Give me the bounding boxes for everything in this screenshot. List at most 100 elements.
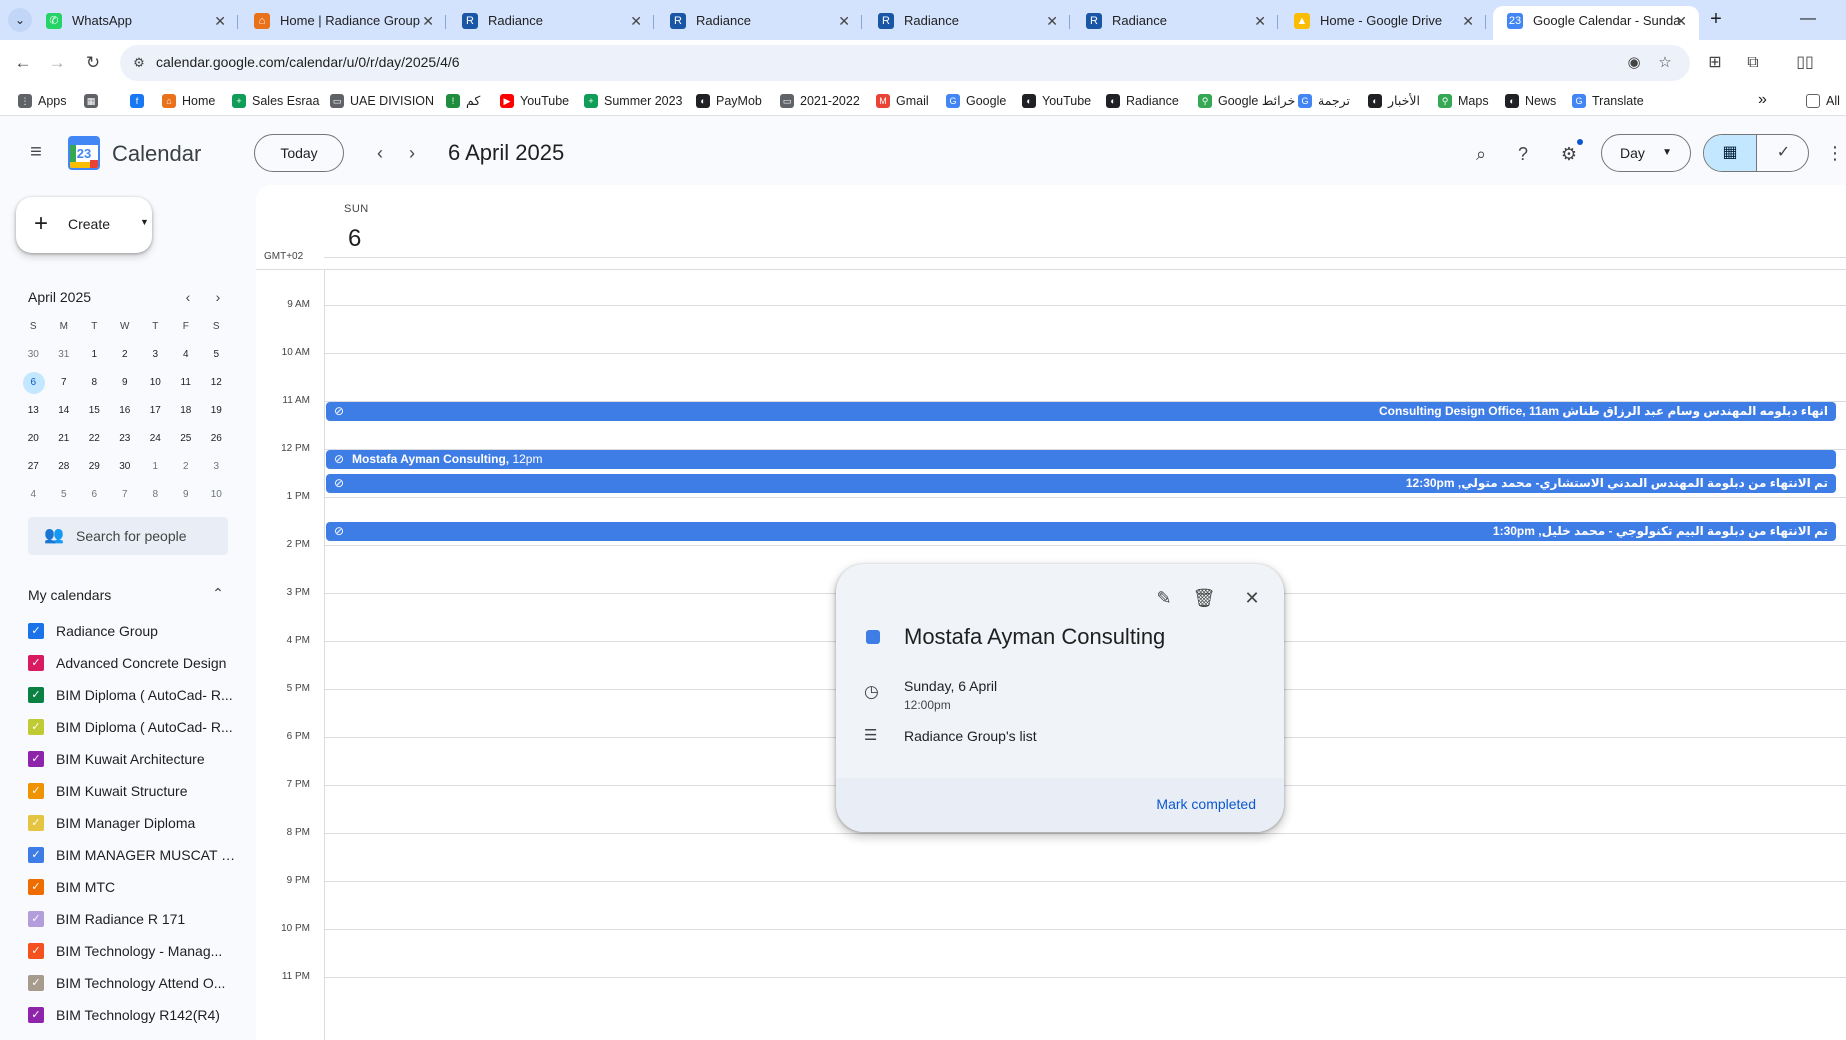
today-button[interactable]: Today [254,134,344,172]
mini-day-cell[interactable]: 31 [49,341,80,369]
checkbox-checked-icon[interactable]: ✓ [28,975,44,991]
mini-day-cell[interactable]: 6 [79,481,110,509]
browser-tab[interactable]: R Radiance ✕ [448,6,654,40]
browser-tab[interactable]: 23 Google Calendar - Sunda ✕ [1493,6,1699,40]
mini-day-cell[interactable]: 20 [18,425,49,453]
checkbox-checked-icon[interactable]: ✓ [28,847,44,863]
bookmarks-overflow-button[interactable]: » [1758,91,1767,111]
chevron-up-icon[interactable]: ⌃ [208,583,228,603]
calendar-list-item[interactable]: ✓ BIM Diploma ( AutoCad- R... [28,711,238,743]
tasks-view-icon[interactable]: ✓ [1757,135,1808,171]
minimize-window-button[interactable]: — [1796,8,1820,32]
mini-next-month-button[interactable]: › [208,287,228,307]
bookmark-item[interactable]: G ترجمة [1298,91,1350,111]
people-search-input[interactable]: 👥 Search for people [28,517,228,555]
bookmark-item[interactable]: M Gmail [876,91,929,111]
google-apps-icon[interactable]: ⋮⋮ [1826,141,1846,165]
bookmark-item[interactable]: ◐ YouTube [1022,91,1091,111]
mini-day-cell[interactable]: 15 [79,397,110,425]
mini-day-cell[interactable]: 21 [49,425,80,453]
delete-trash-icon[interactable]: 🗑 [1184,578,1224,618]
bookmark-item[interactable]: + Summer 2023 [584,91,683,111]
bookmark-item[interactable]: ▭ UAE DIVISION [330,91,434,111]
reload-button[interactable]: ↻ [80,50,106,76]
checkbox-checked-icon[interactable]: ✓ [28,655,44,671]
reading-list-icon[interactable]: ▯▯ [1792,50,1818,76]
back-button[interactable]: ← [10,50,36,76]
mini-day-cell[interactable]: 2 [110,341,141,369]
bookmark-item[interactable]: + Sales Esraa [232,91,319,111]
mini-day-cell[interactable]: 8 [140,481,171,509]
mini-day-cell[interactable]: 13 [18,397,49,425]
mini-day-cell[interactable]: 7 [110,481,141,509]
bookmark-item[interactable]: ◐ News [1505,91,1556,111]
calendar-logo-icon[interactable]: 23 [68,136,100,170]
forward-button[interactable]: → [44,50,70,76]
calendar-list-item[interactable]: ✓ BIM Technology R142(R4) [28,999,238,1031]
browser-tab[interactable]: ✆ WhatsApp ✕ [32,6,238,40]
checkbox-checked-icon[interactable]: ✓ [28,1007,44,1023]
mini-day-cell[interactable]: 30 [18,341,49,369]
browser-tab[interactable]: R Radiance ✕ [656,6,862,40]
mini-day-cell[interactable]: 16 [110,397,141,425]
mini-day-cell[interactable]: 3 [201,453,232,481]
bookmark-item[interactable]: ! كم [446,91,480,111]
extensions-icon[interactable]: ⧉ [1740,50,1766,76]
bookmark-item[interactable]: G Google [946,91,1006,111]
browser-tab[interactable]: ▲ Home - Google Drive ✕ [1280,6,1486,40]
main-menu-icon[interactable]: ≡ [24,141,48,165]
mini-day-cell[interactable]: 9 [110,369,141,397]
site-info-icon[interactable]: ⚙ [130,54,148,72]
close-icon[interactable]: ✕ [1232,578,1272,618]
mini-day-cell[interactable]: 4 [18,481,49,509]
task-event-chip[interactable]: ⊘ Mostafa Ayman Consulting, 12pm [326,450,1836,469]
tracking-eye-icon[interactable]: ◉ [1624,53,1644,73]
mini-day-cell[interactable]: 7 [49,369,80,397]
view-selector[interactable]: Day ▼ [1601,134,1691,172]
checkbox-checked-icon[interactable]: ✓ [28,911,44,927]
calendar-list-item[interactable]: ✓ BIM Kuwait Structure [28,775,238,807]
bookmark-item[interactable]: ◐ Radiance [1106,91,1179,111]
bookmark-item[interactable]: ▭ 2021-2022 [780,91,860,111]
browser-tab[interactable]: R Radiance ✕ [1072,6,1278,40]
mini-day-cell[interactable]: 11 [171,369,202,397]
mini-day-cell[interactable]: 17 [140,397,171,425]
url-text[interactable]: calendar.google.com/calendar/u/0/r/day/2… [156,54,460,70]
mini-prev-month-button[interactable]: ‹ [178,287,198,307]
tab-search-menu-icon[interactable]: ⌄ [8,8,32,32]
mini-day-cell[interactable]: 25 [171,425,202,453]
mini-day-cell[interactable]: 23 [110,425,141,453]
calendar-list-item[interactable]: ✓ Radiance Group [28,615,238,647]
mini-day-cell[interactable]: 18 [171,397,202,425]
browser-tab[interactable]: ⌂ Home | Radiance Group ✕ [240,6,446,40]
close-tab-icon[interactable]: ✕ [1254,6,1266,36]
bookmark-item[interactable]: ◐ PayMob [696,91,762,111]
bookmark-item[interactable]: ▶ YouTube [500,91,569,111]
mini-day-cell[interactable]: 5 [49,481,80,509]
calendar-list-item[interactable]: ✓ BIM Kuwait Architecture [28,743,238,775]
mini-day-cell[interactable]: 19 [201,397,232,425]
calendar-list-item[interactable]: ✓ BIM Radiance R 171 [28,903,238,935]
mini-day-cell[interactable]: 2 [171,453,202,481]
calendar-list-item[interactable]: ✓ BIM MTC [28,871,238,903]
calendar-list-item[interactable]: ✓ Advanced Concrete Design [28,647,238,679]
mini-day-cell[interactable]: 10 [140,369,171,397]
bookmark-item[interactable]: ⚲ Maps [1438,91,1489,111]
mini-day-cell[interactable]: 12 [201,369,232,397]
all-bookmarks-button[interactable]: All [1806,91,1840,111]
mini-day-cell[interactable]: 8 [79,369,110,397]
omnibox[interactable]: ⚙ calendar.google.com/calendar/u/0/r/day… [120,45,1690,81]
mini-day-cell[interactable]: 6 [18,369,49,397]
mini-day-cell[interactable]: 9 [171,481,202,509]
bookmark-item[interactable]: ◐ الأخبار [1368,91,1420,111]
bookmark-item[interactable]: G Translate [1572,91,1644,111]
checkbox-checked-icon[interactable]: ✓ [28,943,44,959]
mini-day-cell[interactable]: 28 [49,453,80,481]
my-calendars-title[interactable]: My calendars [28,587,111,603]
bookmark-item[interactable]: ⌂ Home [162,91,215,111]
mini-day-cell[interactable]: 29 [79,453,110,481]
bookmark-item[interactable]: ▦ [84,91,104,111]
task-event-chip[interactable]: ⊘ انهاء دبلومه المهندس وسام عبد الرزاق طن… [326,402,1836,421]
bookmark-item[interactable]: ⚲ Google خرائط [1198,91,1295,111]
calendar-list-item[interactable]: ✓ BIM Technology Attend O... [28,967,238,999]
